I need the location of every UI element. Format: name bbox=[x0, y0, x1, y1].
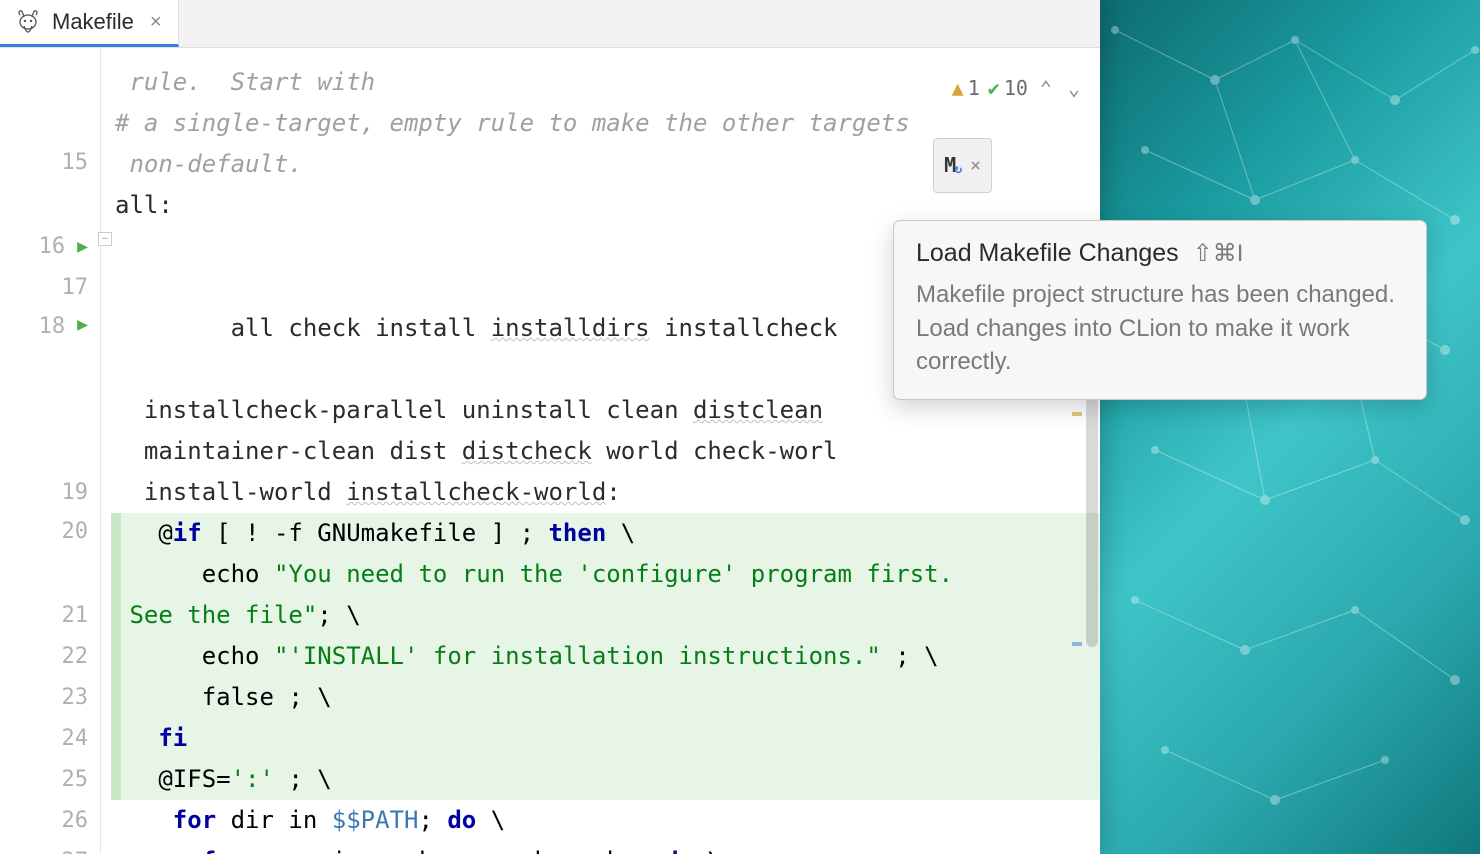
run-gutter-icon[interactable]: ▶ bbox=[77, 236, 88, 257]
code-line[interactable]: false ; \ bbox=[111, 677, 1100, 718]
code-line[interactable]: echo "'INSTALL' for installation instruc… bbox=[111, 636, 1100, 677]
scrollbar-track[interactable] bbox=[1084, 62, 1098, 854]
gutter-line: 27 bbox=[0, 841, 100, 854]
gutter: 15 16▶ 17 18▶ 19 20 21 22 23 24 25 26 27 bbox=[0, 48, 100, 854]
gutter-line: 18▶ bbox=[0, 308, 100, 472]
tab-makefile[interactable]: Makefile × bbox=[0, 0, 179, 47]
gutter-line bbox=[0, 62, 100, 144]
gutter-line: 23 bbox=[0, 677, 100, 718]
tab-label: Makefile bbox=[52, 9, 134, 35]
gutter-line: 17 bbox=[0, 267, 100, 308]
load-makefile-action[interactable]: M ↻ × bbox=[933, 138, 992, 193]
code-line[interactable]: for dir in $$PATH; do \ bbox=[101, 800, 1100, 841]
code-line[interactable]: @IFS=':' ; \ bbox=[111, 759, 1100, 800]
close-icon[interactable]: × bbox=[970, 145, 981, 186]
code-line[interactable]: for prog in gmake gnumake make; do \ bbox=[101, 841, 1100, 854]
gutter-line: 25 bbox=[0, 759, 100, 800]
makefile-reload-icon: M ↻ bbox=[944, 145, 956, 186]
gnu-icon bbox=[14, 8, 42, 36]
code-line[interactable]: echo "You need to run the 'configure' pr… bbox=[111, 554, 1100, 595]
code-line[interactable]: See the file"; \ bbox=[111, 595, 1100, 636]
gutter-line: 22 bbox=[0, 636, 100, 677]
inspection-warnings[interactable]: ▲1 bbox=[952, 68, 980, 109]
gutter-line: 26 bbox=[0, 800, 100, 841]
next-highlight-icon[interactable]: ⌄ bbox=[1064, 68, 1084, 109]
tab-bar: Makefile × bbox=[0, 0, 1100, 48]
desktop-background bbox=[1095, 0, 1480, 854]
gutter-line: 21 bbox=[0, 595, 100, 636]
gutter-line: 20 bbox=[0, 513, 100, 595]
gutter-line: 24 bbox=[0, 718, 100, 759]
inspections-widget[interactable]: ▲1 ✔10 ⌃ ⌄ bbox=[948, 66, 1088, 111]
ide-window: Makefile × 15 16▶ 17 18▶ 19 20 21 22 23 … bbox=[0, 0, 1100, 854]
warning-icon: ▲ bbox=[952, 68, 964, 109]
gutter-line: 15 bbox=[0, 144, 100, 226]
gutter-line: 16▶ bbox=[0, 226, 100, 267]
check-icon: ✔ bbox=[988, 68, 1000, 109]
tab-close-icon[interactable]: × bbox=[150, 11, 162, 34]
tooltip-title: Load Makefile Changes bbox=[916, 239, 1179, 268]
inspection-ok[interactable]: ✔10 bbox=[988, 68, 1028, 109]
error-stripe[interactable] bbox=[1072, 62, 1082, 854]
code-line[interactable]: fi bbox=[111, 718, 1100, 759]
run-gutter-icon[interactable]: ▶ bbox=[77, 314, 88, 335]
code-line[interactable]: install-world installcheck-world: bbox=[101, 472, 1100, 513]
tooltip-load-makefile: Load Makefile Changes ⇧⌘I Makefile proje… bbox=[893, 220, 1427, 400]
gutter-line: 19 bbox=[0, 472, 100, 513]
code-line[interactable]: maintainer-clean dist distcheck world ch… bbox=[101, 431, 1100, 472]
scrollbar-thumb[interactable] bbox=[1086, 397, 1098, 647]
code-line[interactable]: @if [ ! -f GNUmakefile ] ; then \ bbox=[111, 513, 1100, 554]
editor-area: 15 16▶ 17 18▶ 19 20 21 22 23 24 25 26 27… bbox=[0, 48, 1100, 854]
prev-highlight-icon[interactable]: ⌃ bbox=[1036, 68, 1056, 109]
tooltip-body: Makefile project structure has been chan… bbox=[916, 278, 1404, 379]
code-content[interactable]: ▲1 ✔10 ⌃ ⌄ M ↻ × rule. Start with # a si… bbox=[100, 48, 1100, 854]
refresh-badge-icon: ↻ bbox=[954, 149, 962, 190]
tooltip-shortcut: ⇧⌘I bbox=[1193, 239, 1244, 268]
fold-marker-icon[interactable]: – bbox=[98, 232, 112, 246]
